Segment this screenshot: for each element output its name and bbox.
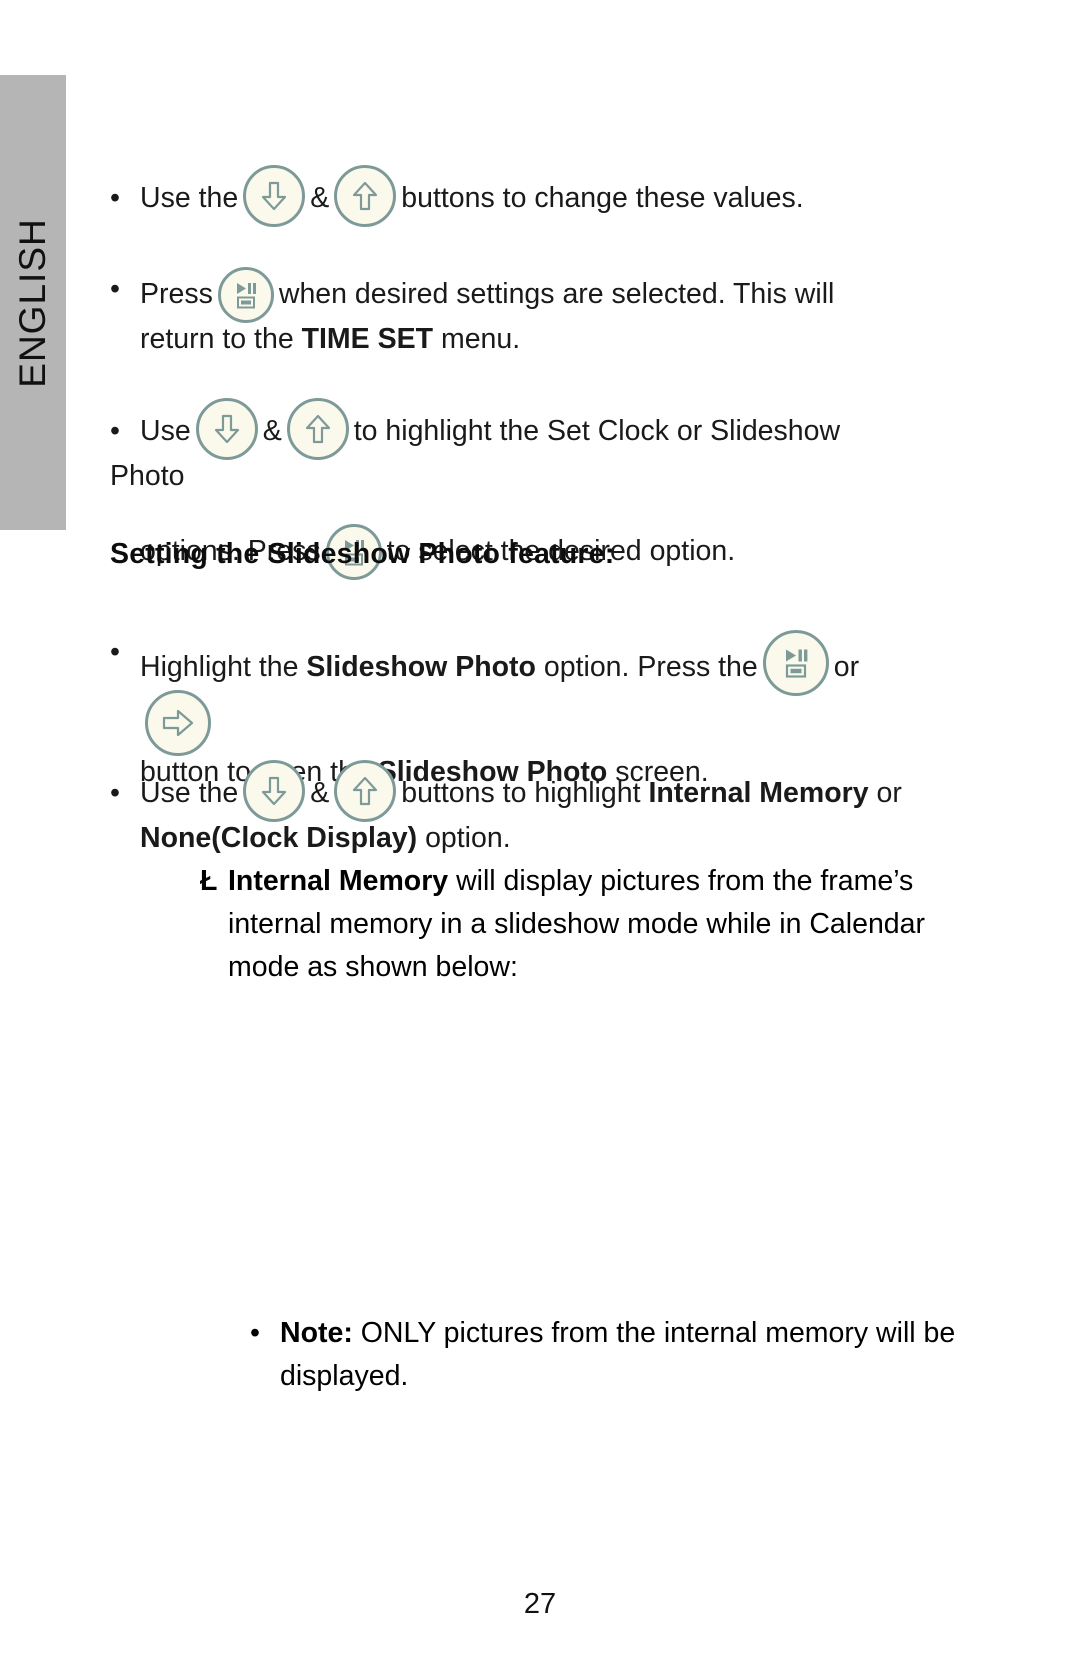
up-arrow-icon[interactable] [286, 398, 349, 460]
up-arrow-icon[interactable] [334, 760, 397, 822]
section-heading: Setting the Slideshow Photo feature: [110, 538, 910, 571]
right-arrow-icon[interactable] [145, 690, 211, 756]
bullet-marker: • [110, 273, 120, 305]
internal-memory-label: Internal Memory [648, 777, 869, 809]
bullet-5-text-part-1: Use the [140, 777, 239, 809]
slideshow-photo-label-1: Slideshow Photo [306, 651, 536, 683]
down-arrow-icon[interactable] [243, 165, 306, 227]
instruction-bullet-2: • Press when desired settings are select… [110, 267, 910, 361]
or-conjunction: or [833, 651, 860, 683]
internal-memory-label: Internal Memory [228, 865, 449, 897]
note-label: Note: [280, 1317, 353, 1349]
bullet-marker: • [110, 777, 120, 809]
up-arrow-glyph [350, 180, 380, 212]
instruction-bullet-5: • Use the & buttons to highlight Internal… [110, 760, 910, 860]
ampersand-3: & [310, 777, 330, 809]
right-arrow-glyph [161, 707, 195, 739]
sub-bullet-internal-memory: Ł Internal Memory will display pictures … [200, 860, 940, 989]
bullet-4-text-part-1: Highlight the [140, 651, 299, 683]
bullet-4-text-part-2: option. Press the [543, 651, 758, 683]
bullet-5-text-part-2: buttons to highlight [401, 777, 641, 809]
instruction-bullet-1: • Use the & buttons to change these value… [110, 165, 910, 227]
down-arrow-glyph [259, 775, 289, 807]
up-arrow-icon[interactable] [334, 165, 397, 227]
note-bullet-marker: • [250, 1317, 260, 1349]
bullet-2-text-part-3: menu. [440, 323, 521, 355]
down-arrow-glyph [212, 413, 242, 445]
note-block: • Note: ONLY pictures from the internal … [250, 1312, 990, 1398]
play-pause-screen-icon[interactable] [217, 267, 274, 323]
bullet-3-text-part-1: Use [140, 415, 191, 447]
bullet-1-text-part-2: buttons to change these values. [401, 182, 804, 214]
page-content: • Use the & buttons to change these value… [110, 0, 970, 1669]
play-pause-screen-glyph [232, 280, 260, 310]
language-tab: ENGLISH [0, 75, 66, 530]
language-tab-label: ENGLISH [12, 217, 53, 388]
bullet-2-text-part-1: Press [140, 278, 213, 310]
ampersand-2: & [262, 415, 282, 447]
bullet-marker: • [110, 636, 120, 668]
bullet-marker: • [110, 182, 120, 214]
down-arrow-icon[interactable] [195, 398, 258, 460]
play-pause-screen-icon[interactable] [762, 630, 829, 696]
bullet-5-text-part-3: or [876, 777, 902, 809]
up-arrow-glyph [350, 775, 380, 807]
down-arrow-icon[interactable] [243, 760, 306, 822]
time-set-label: TIME SET [301, 323, 434, 355]
page-number: 27 [523, 1588, 557, 1620]
up-arrow-glyph [303, 413, 333, 445]
bullet-5-text-part-4: option. [425, 822, 511, 854]
note-text: ONLY pictures from the internal memory w… [280, 1317, 956, 1392]
bullet-marker: • [110, 415, 120, 447]
section-heading-text: Setting the Slideshow Photo feature: [110, 538, 615, 570]
play-pause-screen-glyph [780, 646, 812, 680]
none-clock-display-label: None(Clock Display) [140, 822, 418, 854]
down-arrow-glyph [259, 180, 289, 212]
ampersand-1: & [310, 182, 330, 214]
bullet-1-text-part-1: Use the [140, 182, 239, 214]
sub-bullet-marker: Ł [200, 865, 218, 897]
